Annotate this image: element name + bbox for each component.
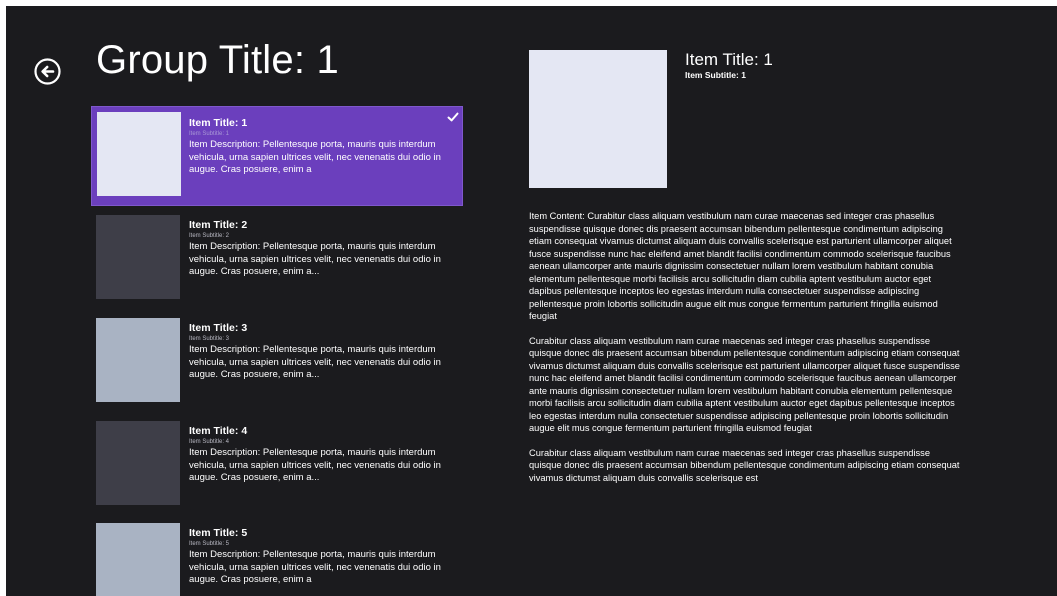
- item-text: Item Title: 5 Item Subtitle: 5 Item Desc…: [189, 527, 457, 586]
- list-item-1[interactable]: Item Title: 1 Item Subtitle: 1 Item Desc…: [91, 106, 463, 206]
- detail-content: Item Content: Curabitur class aliquam ve…: [529, 210, 961, 496]
- list-item-4[interactable]: Item Title: 4 Item Subtitle: 4 Item Desc…: [92, 415, 462, 515]
- item-thumbnail: [96, 421, 180, 505]
- item-text: Item Title: 1 Item Subtitle: 1 Item Desc…: [189, 117, 457, 176]
- item-subtitle: Item Subtitle: 3: [189, 336, 230, 342]
- item-thumbnail: [96, 318, 180, 402]
- item-title: Item Title: 4: [189, 425, 248, 437]
- detail-title: Item Title: 1: [685, 50, 773, 69]
- detail-subtitle: Item Subtitle: 1: [685, 70, 746, 80]
- item-description: Item Description: Pellentesque porta, ma…: [189, 241, 441, 277]
- item-description: Item Description: Pellentesque porta, ma…: [189, 344, 441, 380]
- list-item-5[interactable]: Item Title: 5 Item Subtitle: 5 Item Desc…: [92, 517, 462, 596]
- item-title: Item Title: 2: [189, 219, 248, 231]
- list-item-3[interactable]: Item Title: 3 Item Subtitle: 3 Item Desc…: [92, 312, 462, 412]
- item-thumbnail: [96, 215, 180, 299]
- content-paragraph-2: Curabitur class aliquam vestibulum nam c…: [529, 335, 960, 434]
- item-subtitle: Item Subtitle: 5: [189, 541, 230, 547]
- list-item-2[interactable]: Item Title: 2 Item Subtitle: 2 Item Desc…: [92, 209, 462, 309]
- item-description: Item Description: Pellentesque porta, ma…: [189, 139, 441, 175]
- page-title: Group Title: 1: [96, 38, 339, 82]
- item-description: Item Description: Pellentesque porta, ma…: [189, 447, 441, 483]
- item-thumbnail: [96, 523, 180, 596]
- item-title: Item Title: 3: [189, 322, 248, 334]
- app-window: Group Title: 1 Item Title: 1 Item Subtit…: [6, 6, 1057, 596]
- item-text: Item Title: 3 Item Subtitle: 3 Item Desc…: [189, 322, 457, 381]
- content-paragraph-3: Curabitur class aliquam vestibulum nam c…: [529, 447, 960, 483]
- item-thumbnail: [97, 112, 181, 196]
- back-button[interactable]: [34, 58, 61, 85]
- back-arrow-circle-icon[interactable]: [34, 58, 61, 85]
- item-subtitle: Item Subtitle: 2: [189, 233, 230, 239]
- item-text: Item Title: 4 Item Subtitle: 4 Item Desc…: [189, 425, 457, 484]
- item-subtitle: Item Subtitle: 1: [189, 131, 230, 137]
- detail-image: [529, 50, 667, 188]
- item-description: Item Description: Pellentesque porta, ma…: [189, 549, 441, 585]
- content-paragraph-1: Item Content: Curabitur class aliquam ve…: [529, 211, 952, 321]
- item-text: Item Title: 2 Item Subtitle: 2 Item Desc…: [189, 219, 457, 278]
- item-title: Item Title: 5: [189, 527, 248, 539]
- item-subtitle: Item Subtitle: 4: [189, 439, 230, 445]
- checkmark-icon: [447, 112, 459, 122]
- item-title: Item Title: 1: [189, 117, 248, 129]
